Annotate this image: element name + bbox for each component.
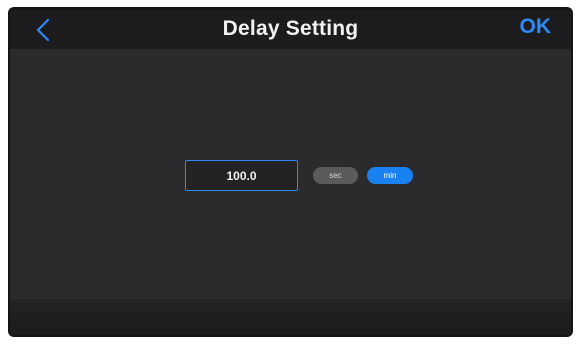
chevron-left-icon	[36, 18, 50, 42]
unit-sec-button[interactable]: sec	[313, 167, 358, 184]
ok-button[interactable]: OK	[520, 15, 552, 39]
delay-controls: 100.0 sec min	[185, 160, 413, 191]
header-bar: Delay Setting OK	[10, 9, 571, 49]
screen: Delay Setting OK 100.0 sec min	[10, 9, 571, 335]
footer-band	[10, 299, 571, 335]
delay-value-input[interactable]: 100.0	[185, 160, 298, 191]
unit-min-button[interactable]: min	[367, 167, 413, 184]
back-button[interactable]	[30, 17, 56, 43]
device-frame: Delay Setting OK 100.0 sec min	[8, 7, 573, 337]
page-title: Delay Setting	[222, 17, 359, 40]
